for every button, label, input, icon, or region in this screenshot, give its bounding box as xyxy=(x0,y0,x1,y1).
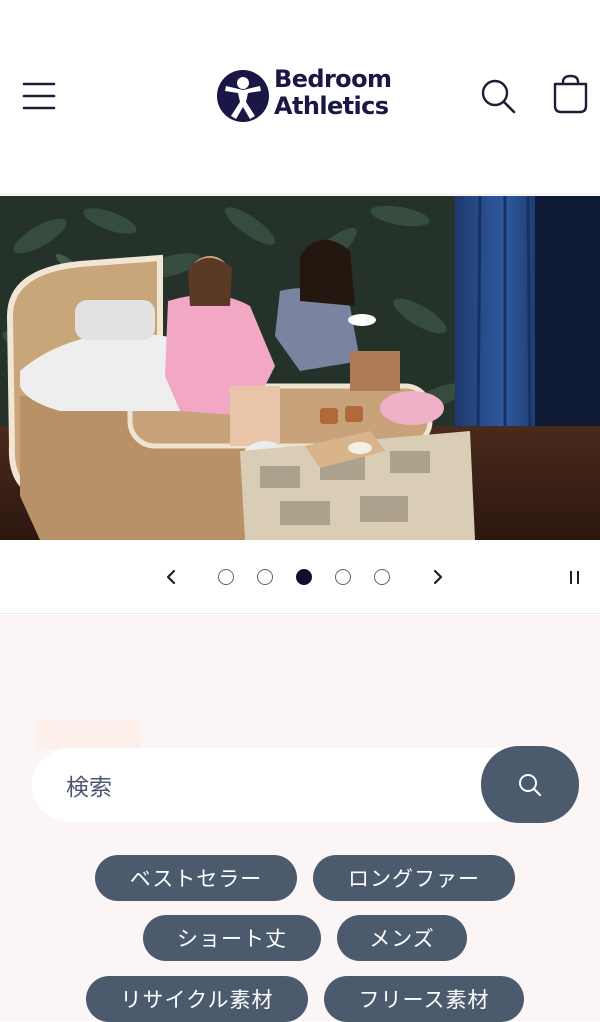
quick-link-chip[interactable]: ベストセラー xyxy=(95,855,297,901)
quick-link-chip[interactable]: ショート丈 xyxy=(143,915,321,961)
brand-logo[interactable]: Bedroom Athletics xyxy=(214,66,396,128)
logo-line-1: Bedroom xyxy=(274,65,392,93)
slide-dot-1[interactable] xyxy=(218,569,234,585)
quick-link-chip[interactable]: ロングファー xyxy=(313,855,515,901)
slide-dot-5[interactable] xyxy=(374,569,390,585)
quick-link-chip[interactable]: フリース素材 xyxy=(324,976,524,1022)
header-search-button[interactable] xyxy=(476,74,520,118)
shopping-bag-icon xyxy=(553,74,588,114)
search-icon xyxy=(519,773,542,796)
hero-slide-image[interactable] xyxy=(0,196,600,540)
search-section: 検索 ベストセラー ロングファー ショート丈 メンズ リサイクル素材 フリース素… xyxy=(0,615,600,1022)
decorative-highlight xyxy=(36,720,140,750)
search-placeholder: 検索 xyxy=(66,775,112,801)
chevron-right-icon xyxy=(433,569,443,585)
next-slide-button[interactable] xyxy=(423,562,453,592)
quick-link-chip[interactable]: リサイクル素材 xyxy=(86,976,308,1022)
slide-dot-3[interactable] xyxy=(296,569,312,585)
search-input[interactable]: 検索 xyxy=(32,748,532,822)
logo-wordmark: Bedroom Athletics xyxy=(274,65,392,120)
hamburger-menu-icon xyxy=(22,82,56,110)
hero-illustration xyxy=(0,196,600,540)
menu-button[interactable] xyxy=(20,76,60,116)
cart-button[interactable] xyxy=(548,72,594,118)
logo-line-2: Athletics xyxy=(274,92,389,120)
quick-link-chip[interactable]: メンズ xyxy=(337,915,467,961)
pause-slideshow-button[interactable] xyxy=(562,565,588,591)
slideshow-controls xyxy=(0,540,600,614)
site-header: Bedroom Athletics xyxy=(0,0,600,195)
previous-slide-button[interactable] xyxy=(156,562,186,592)
search-submit-button[interactable] xyxy=(481,746,579,823)
pause-icon xyxy=(570,571,579,584)
search-icon xyxy=(481,79,516,114)
chevron-left-icon xyxy=(166,569,176,585)
slide-dot-4[interactable] xyxy=(335,569,351,585)
slide-dot-2[interactable] xyxy=(257,569,273,585)
logo-mark-icon xyxy=(217,70,269,122)
